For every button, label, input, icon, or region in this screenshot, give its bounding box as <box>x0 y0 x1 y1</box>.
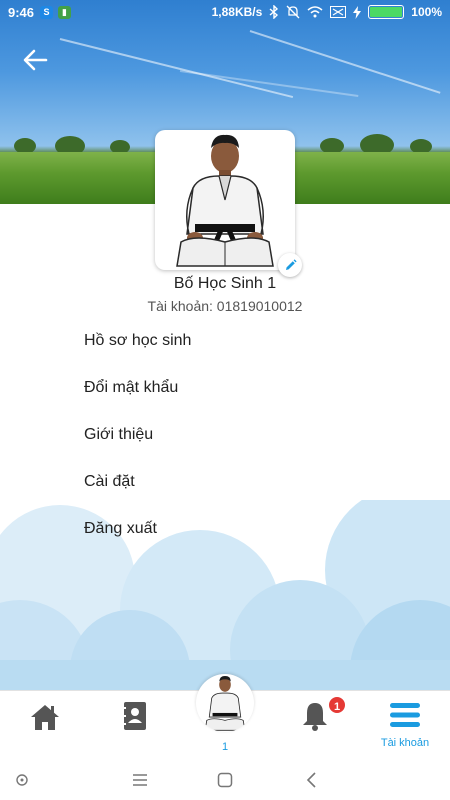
profile-avatar[interactable] <box>155 130 295 270</box>
notification-badge: 1 <box>327 695 347 715</box>
back-button[interactable] <box>20 44 52 76</box>
wifi-icon <box>307 6 323 18</box>
charging-icon <box>353 5 362 19</box>
menu-item-logout[interactable]: Đăng xuất <box>84 506 414 553</box>
menu-item-change-password[interactable]: Đổi mật khẩu <box>84 365 414 412</box>
back-chevron-icon[interactable] <box>298 768 326 792</box>
battery-fill <box>370 7 403 17</box>
network-speed: 1,88KB/s <box>211 5 263 19</box>
edit-avatar-button[interactable] <box>278 253 302 277</box>
contacts-book-icon <box>123 702 146 730</box>
menu-item-settings[interactable]: Cài đặt <box>84 459 414 506</box>
assistant-dot-icon[interactable] <box>8 768 36 792</box>
home-square-icon[interactable] <box>211 768 239 792</box>
user-account: Tài khoản: 01819010012 <box>147 298 303 314</box>
account-menu: Hồ sơ học sinh Đổi mật khẩu Giới thiệu C… <box>84 318 414 553</box>
nav-home[interactable] <box>0 691 90 761</box>
status-bar: 9:46 S ▮ 1,88KB/s 100% <box>0 0 450 26</box>
nav-profile-avatar[interactable] <box>196 674 254 732</box>
user-name: Bố Học Sinh 1 <box>173 275 277 292</box>
status-time: 9:46 <box>8 5 35 20</box>
karate-avatar-illustration <box>204 676 246 731</box>
battery-icon <box>368 5 405 19</box>
sim-icon: ▮ <box>58 6 71 19</box>
menu-item-about[interactable]: Giới thiệu <box>84 412 414 459</box>
arrow-left-icon <box>23 49 48 71</box>
battery-percent: 100% <box>411 5 442 19</box>
bell-icon <box>303 703 327 731</box>
system-nav-bar <box>0 760 450 800</box>
menu-icon <box>390 703 420 727</box>
status-right: 1,88KB/s 100% <box>212 5 442 19</box>
menu-item-student-profile[interactable]: Hồ sơ học sinh <box>84 318 414 365</box>
home-icon <box>31 705 59 730</box>
bluetooth-icon <box>269 5 279 19</box>
pencil-icon <box>285 258 297 270</box>
signal-icon <box>330 6 347 18</box>
nav-contacts[interactable] <box>90 691 180 761</box>
nav-account[interactable]: Tài khoản <box>360 691 450 761</box>
recents-menu-icon[interactable] <box>126 768 154 792</box>
mute-bell-icon <box>286 5 300 19</box>
karate-avatar-illustration <box>176 134 274 267</box>
nav-profile-label: 1 <box>221 741 229 753</box>
skype-icon: S <box>40 6 53 19</box>
nav-account-label: Tài khoản <box>380 737 430 749</box>
